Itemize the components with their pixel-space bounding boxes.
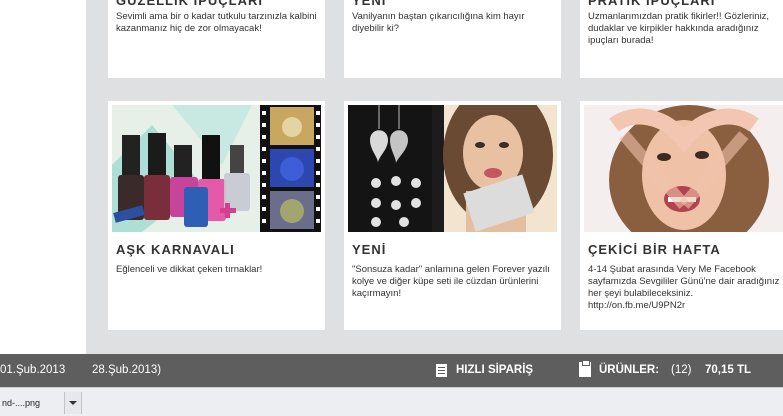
card-description: Sevimli ama bir o kadar tutkulu tarzınız… bbox=[116, 11, 317, 34]
download-bar: nd-....png bbox=[0, 387, 783, 416]
card-description: "Sonsuza kadar" anlamına gelen Forever y… bbox=[352, 264, 550, 299]
chevron-down-icon bbox=[69, 401, 77, 405]
left-margin bbox=[0, 0, 86, 354]
card-title: YENİ bbox=[352, 242, 387, 257]
card-practical-tips[interactable]: PRATİK İPUÇLARI Uzmanlarımızdan pratik f… bbox=[580, 0, 783, 78]
card-description: Vanilyanın baştan çıkarıcılığına kim hay… bbox=[352, 11, 525, 34]
campaign-end-date: 28.Şub.2013) bbox=[92, 364, 162, 376]
card-description: Uzmanlarımızdan pratik fikirler!! Gözler… bbox=[588, 11, 770, 46]
nail-polish-image[interactable] bbox=[112, 105, 321, 232]
card-title: AŞK KARNAVALI bbox=[116, 242, 235, 257]
clipboard-icon bbox=[579, 360, 591, 377]
products-label: ÜRÜNLER: bbox=[599, 364, 660, 376]
card-new-forever[interactable]: YENİ "Sonsuza kadar" anlamına gelen Fore… bbox=[344, 101, 561, 330]
card-title: PRATİK İPUÇLARI bbox=[588, 0, 716, 8]
quick-order-label: HIZLI SİPARİŞ bbox=[456, 364, 534, 376]
card-new-vanilla[interactable]: YENİ Vanilyanın baştan çıkarıcılığına ki… bbox=[344, 0, 561, 78]
card-attractive-week[interactable]: ÇEKİCİ BİR HAFTA 4-14 Şubat arasında Ver… bbox=[580, 101, 783, 330]
jewelry-model-image[interactable] bbox=[348, 105, 557, 232]
campaign-start-date: 01.Şub.2013 bbox=[0, 364, 66, 376]
card-title: GÜZELLİK İPUÇLARI bbox=[116, 0, 263, 8]
card-description: Eğlenceli ve dikkat çeken tırnaklar! bbox=[116, 264, 263, 275]
download-item[interactable]: nd-....png bbox=[0, 392, 64, 414]
cart-total: 70,15 TL bbox=[705, 364, 752, 376]
card-title: ÇEKİCİ BİR HAFTA bbox=[588, 242, 721, 257]
card-description: 4-14 Şubat arasında Very Me Facebook say… bbox=[588, 264, 780, 311]
products-count: (12) bbox=[671, 364, 692, 376]
heart-hands-model-image[interactable] bbox=[584, 105, 783, 232]
download-filename: nd-....png bbox=[2, 398, 41, 408]
card-title: YENİ bbox=[352, 0, 387, 8]
list-icon bbox=[436, 364, 447, 377]
footer-bar: 01.Şub.2013 28.Şub.2013) HIZLI SİPARİŞ Ü… bbox=[0, 354, 783, 387]
card-love-carnival[interactable]: AŞK KARNAVALI Eğlenceli ve dikkat çeken … bbox=[108, 101, 325, 330]
card-beauty-tips[interactable]: GÜZELLİK İPUÇLARI Sevimli ama bir o kada… bbox=[108, 0, 325, 78]
products-cart[interactable]: ÜRÜNLER: (12) 70,15 TL bbox=[579, 360, 783, 381]
download-menu-button[interactable] bbox=[64, 392, 82, 414]
